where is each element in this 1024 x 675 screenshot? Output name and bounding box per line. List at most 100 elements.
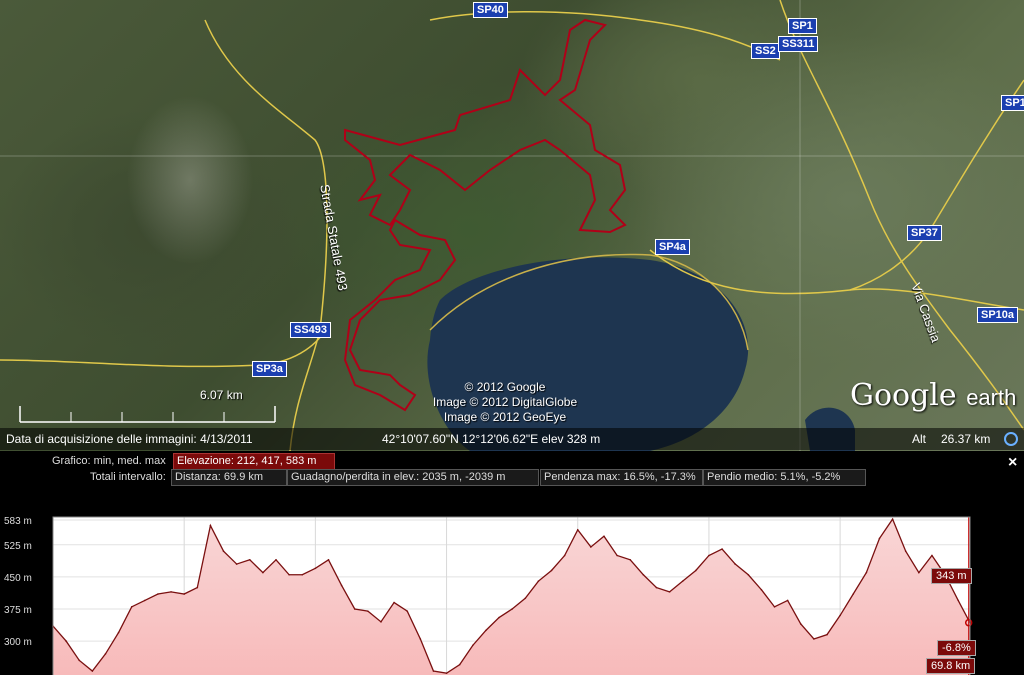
elevation-point	[144, 599, 146, 602]
elevation-point	[104, 653, 107, 655]
graph-label: Grafico: min, med. max	[52, 455, 166, 467]
elevation-point	[511, 608, 513, 610]
elevation-point	[721, 548, 723, 550]
road-shield-sp40[interactable]: SP40	[473, 2, 508, 18]
credit-geoeye: Image © 2012 GeoEye	[443, 410, 567, 424]
road-shield-ss2[interactable]: SS2	[751, 43, 780, 59]
y-tick-label: 300 m	[4, 637, 32, 648]
elevation-point	[275, 558, 277, 561]
elevation-point	[931, 554, 933, 557]
y-tick-label: 583 m	[4, 516, 32, 527]
elevation-point	[196, 586, 199, 589]
elevation-point	[91, 670, 94, 672]
elevation-point	[616, 554, 618, 557]
elevation-point	[130, 606, 133, 608]
elevation-point	[262, 571, 264, 574]
acquisition-date: Data di acquisizione delle immagini: 4/1…	[6, 432, 253, 446]
scale-label: 6.07 km	[200, 388, 243, 402]
elevation-point	[301, 573, 304, 576]
road-shield-sp10a[interactable]: SP10a	[977, 307, 1019, 323]
elevation-point	[471, 644, 474, 647]
elevation-point	[209, 524, 212, 527]
elevation-point	[248, 558, 251, 561]
road-shield-sp1-east[interactable]: SP1	[1001, 95, 1024, 111]
elevation-point	[393, 601, 395, 604]
elevation-point	[878, 537, 881, 540]
elevation-point	[957, 599, 959, 602]
cursor-distance-callout: 69.8 km	[926, 658, 976, 674]
road-shield-sp4a[interactable]: SP4a	[655, 239, 690, 255]
elevation-point	[773, 606, 776, 608]
elevation-point	[786, 599, 789, 602]
elevation-point	[590, 546, 592, 548]
elevation-point	[458, 663, 461, 666]
elevation-point	[432, 670, 435, 672]
road-shield-ss311[interactable]: SS311	[778, 36, 819, 52]
elevation-point	[826, 633, 828, 636]
streaming-indicator-icon	[1004, 432, 1018, 446]
cursor-coordinates: 42°10'07.60"N 12°12'06.62"E elev 328 m	[382, 432, 601, 446]
logo-sub: earth	[966, 385, 1017, 410]
elevation-point	[498, 616, 500, 619]
elevation-point	[655, 586, 658, 589]
status-bar: Data di acquisizione delle immagini: 4/1…	[0, 428, 1024, 450]
elevation-point	[668, 591, 671, 593]
elevation-point	[222, 550, 225, 553]
elevation-point	[367, 610, 369, 612]
elevation-point	[65, 640, 67, 642]
road	[779, 0, 1024, 431]
elevation-point	[288, 573, 290, 576]
elevation-point	[485, 629, 487, 632]
y-tick-label: 525 m	[4, 541, 32, 552]
imagery-credits: © 2012 Google Image © 2012 DigitalGlobe …	[420, 380, 590, 425]
elevation-point	[813, 638, 815, 640]
elevation-chart[interactable]: 583 m525 m450 m375 m300 m212 m10 km20 km…	[0, 481, 1024, 675]
elevation-point	[865, 571, 868, 574]
elevation-point	[537, 580, 540, 582]
y-tick-label: 450 m	[4, 573, 32, 584]
elevation-point	[852, 593, 855, 595]
elevation-point	[839, 614, 841, 617]
road-shield-sp3a[interactable]: SP3a	[252, 361, 287, 377]
elevation-point	[419, 638, 422, 640]
elevation-point	[524, 597, 527, 600]
road	[429, 10, 781, 61]
elevation-point	[340, 584, 343, 587]
close-icon[interactable]: ×	[1008, 454, 1017, 472]
elevation-point	[314, 567, 317, 570]
elevation-point	[170, 591, 172, 593]
elevation-point	[695, 569, 697, 572]
map-view[interactable]: SP40 SP1 SS2 SS311 SP1 SP4a SP37 SS493 S…	[0, 0, 1024, 451]
road-shield-ss493[interactable]: SS493	[290, 322, 332, 338]
cursor-elevation-callout: 343 m	[931, 568, 972, 584]
elevation-point	[603, 535, 605, 538]
cursor-slope-callout: -6.8%	[937, 640, 976, 656]
elevation-point	[734, 563, 736, 565]
road	[204, 19, 328, 451]
road	[849, 79, 1024, 291]
elevation-point	[183, 593, 185, 595]
elevation-point	[406, 610, 409, 612]
elevation-point	[117, 631, 120, 634]
road-shield-sp1[interactable]: SP1	[788, 18, 817, 34]
elevation-point	[681, 580, 684, 582]
credit-google: © 2012 Google	[464, 380, 546, 394]
elevation-profile-panel: Grafico: min, med. max Elevazione: 212, …	[0, 451, 1024, 675]
altitude-value: 26.37 km	[941, 432, 991, 446]
elevation-point	[550, 569, 553, 572]
elevation-point	[799, 623, 802, 625]
elevation-point	[576, 529, 579, 531]
elevation-point	[708, 554, 710, 557]
elevation-point	[918, 571, 920, 574]
elevation-point	[157, 593, 159, 595]
elevation-point	[629, 558, 632, 561]
elevation-point	[445, 672, 448, 674]
elevation-stats[interactable]: Elevazione: 212, 417, 583 m	[173, 453, 335, 470]
scale-bar	[19, 406, 276, 423]
y-tick-label: 375 m	[4, 605, 32, 616]
elevation-point	[327, 558, 330, 561]
elevation-point	[235, 563, 238, 565]
logo-main: Google	[850, 378, 957, 413]
elevation-point	[563, 554, 566, 557]
road-shield-sp37[interactable]: SP37	[907, 225, 942, 241]
